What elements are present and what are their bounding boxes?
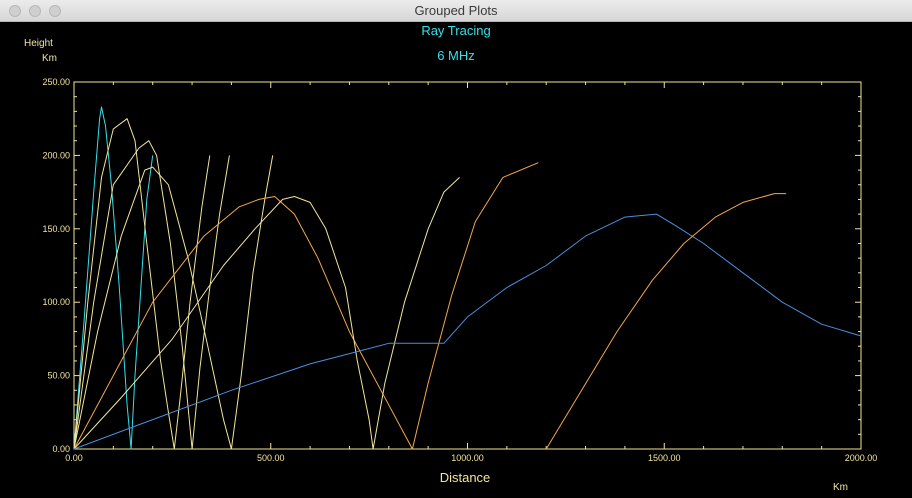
y-tick-label: 200.00 [42,150,70,160]
ray-path-line-1 [73,106,154,450]
x-tick-label: 1500.00 [648,453,681,463]
ray-path-line-6 [73,177,460,450]
ray-path-line-3 [73,140,230,450]
series-group [73,106,862,450]
ray-path-line-8 [545,193,787,450]
x-tick-label: 500.00 [257,453,285,463]
ray-path-line-2 [73,118,211,450]
y-tick-label: 150.00 [42,224,70,234]
ray-path-line-7 [73,213,862,450]
x-tick-label: 1000.00 [451,453,484,463]
ray-path-line-5 [73,162,539,450]
x-tick-label: 2000.00 [845,453,878,463]
ray-tracing-plot: 0.00 500.00 1000.00 1500.00 2000.00 0.00 50.00… [42,77,878,463]
y-tick-label: 50.00 [47,371,70,381]
y-tick-label: 0.00 [52,444,70,454]
y-tick-label: 250.00 [42,77,70,87]
x-tick-label: 0.00 [65,453,83,463]
y-tick-label: 100.00 [42,297,70,307]
ray-path-line-4 [73,155,274,450]
plot-frame [73,81,862,450]
